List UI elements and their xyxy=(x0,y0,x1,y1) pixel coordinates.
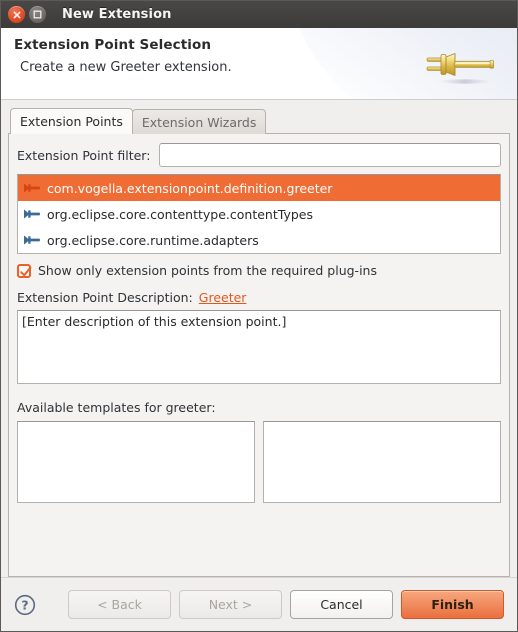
wizard-header: Extension Point Selection Create a new G… xyxy=(1,28,517,100)
help-icon[interactable]: ? xyxy=(14,594,36,616)
list-item[interactable]: com.vogella.extensionpoint.definition.gr… xyxy=(18,175,500,201)
extension-point-list[interactable]: com.vogella.extensionpoint.definition.gr… xyxy=(17,174,501,254)
close-icon xyxy=(13,11,20,18)
maximize-icon xyxy=(33,10,42,19)
description-link[interactable]: Greeter xyxy=(199,290,247,305)
description-textarea[interactable]: [Enter description of this extension poi… xyxy=(17,310,501,384)
extension-point-icon xyxy=(24,235,40,245)
back-button-label: < Back xyxy=(97,597,142,612)
list-item-label: org.eclipse.core.contenttype.contentType… xyxy=(47,206,313,222)
description-text: [Enter description of this extension poi… xyxy=(22,314,287,329)
search-input[interactable] xyxy=(159,143,501,167)
window-titlebar: New Extension xyxy=(1,1,517,28)
filter-row: Extension Point filter: xyxy=(17,143,501,167)
list-item[interactable]: org.eclipse.core.runtime.adapters xyxy=(18,227,500,253)
back-button: < Back xyxy=(68,590,171,619)
required-plugins-row[interactable]: Show only extension points from the requ… xyxy=(17,263,501,278)
next-button: Next > xyxy=(179,590,282,619)
extension-point-icon xyxy=(24,183,40,193)
tab-extension-wizards[interactable]: Extension Wizards xyxy=(131,109,267,134)
templates-label: Available templates for greeter: xyxy=(17,400,216,415)
list-item-label: com.vogella.extensionpoint.definition.gr… xyxy=(47,180,333,196)
tab-extension-points-label: Extension Points xyxy=(20,114,123,129)
list-scrollbar[interactable] xyxy=(496,175,500,201)
finish-button[interactable]: Finish xyxy=(401,590,504,619)
window-title: New Extension xyxy=(62,7,172,22)
next-button-label: Next > xyxy=(208,597,253,612)
checkmark-icon xyxy=(20,266,32,276)
description-label: Extension Point Description: xyxy=(17,290,193,305)
list-item[interactable]: org.eclipse.core.contenttype.contentType… xyxy=(18,201,500,227)
show-only-required-label: Show only extension points from the requ… xyxy=(38,263,377,278)
description-row: Extension Point Description: Greeter xyxy=(17,290,501,305)
templates-panes xyxy=(17,421,501,503)
tab-extension-points[interactable]: Extension Points xyxy=(10,108,133,134)
maximize-button[interactable] xyxy=(29,6,46,23)
close-button[interactable] xyxy=(8,6,25,23)
new-extension-dialog: New Extension Extension Point Selection … xyxy=(0,0,518,632)
cancel-button-label: Cancel xyxy=(320,597,363,612)
svg-text:?: ? xyxy=(21,597,28,612)
extension-point-icon xyxy=(24,209,40,219)
dialog-button-bar: ? < Back Next > Cancel Finish xyxy=(1,577,517,631)
tab-strip: Extension Points Extension Wizards xyxy=(8,108,510,134)
template-list-pane[interactable] xyxy=(17,421,255,503)
tab-extension-wizards-label: Extension Wizards xyxy=(141,114,257,130)
tab-panel-extension-points: Extension Point filter: com.vogella.exte… xyxy=(8,133,510,577)
plug-icon xyxy=(426,53,494,84)
dialog-body: Extension Points Extension Wizards Exten… xyxy=(1,100,517,577)
list-item-label: org.eclipse.core.runtime.adapters xyxy=(47,232,259,248)
template-preview-pane[interactable] xyxy=(263,421,501,503)
show-only-required-checkbox[interactable] xyxy=(17,263,32,278)
finish-button-label: Finish xyxy=(431,597,474,612)
panel-filler xyxy=(17,503,501,568)
filter-label: Extension Point filter: xyxy=(17,147,151,163)
cancel-button[interactable]: Cancel xyxy=(290,590,393,619)
